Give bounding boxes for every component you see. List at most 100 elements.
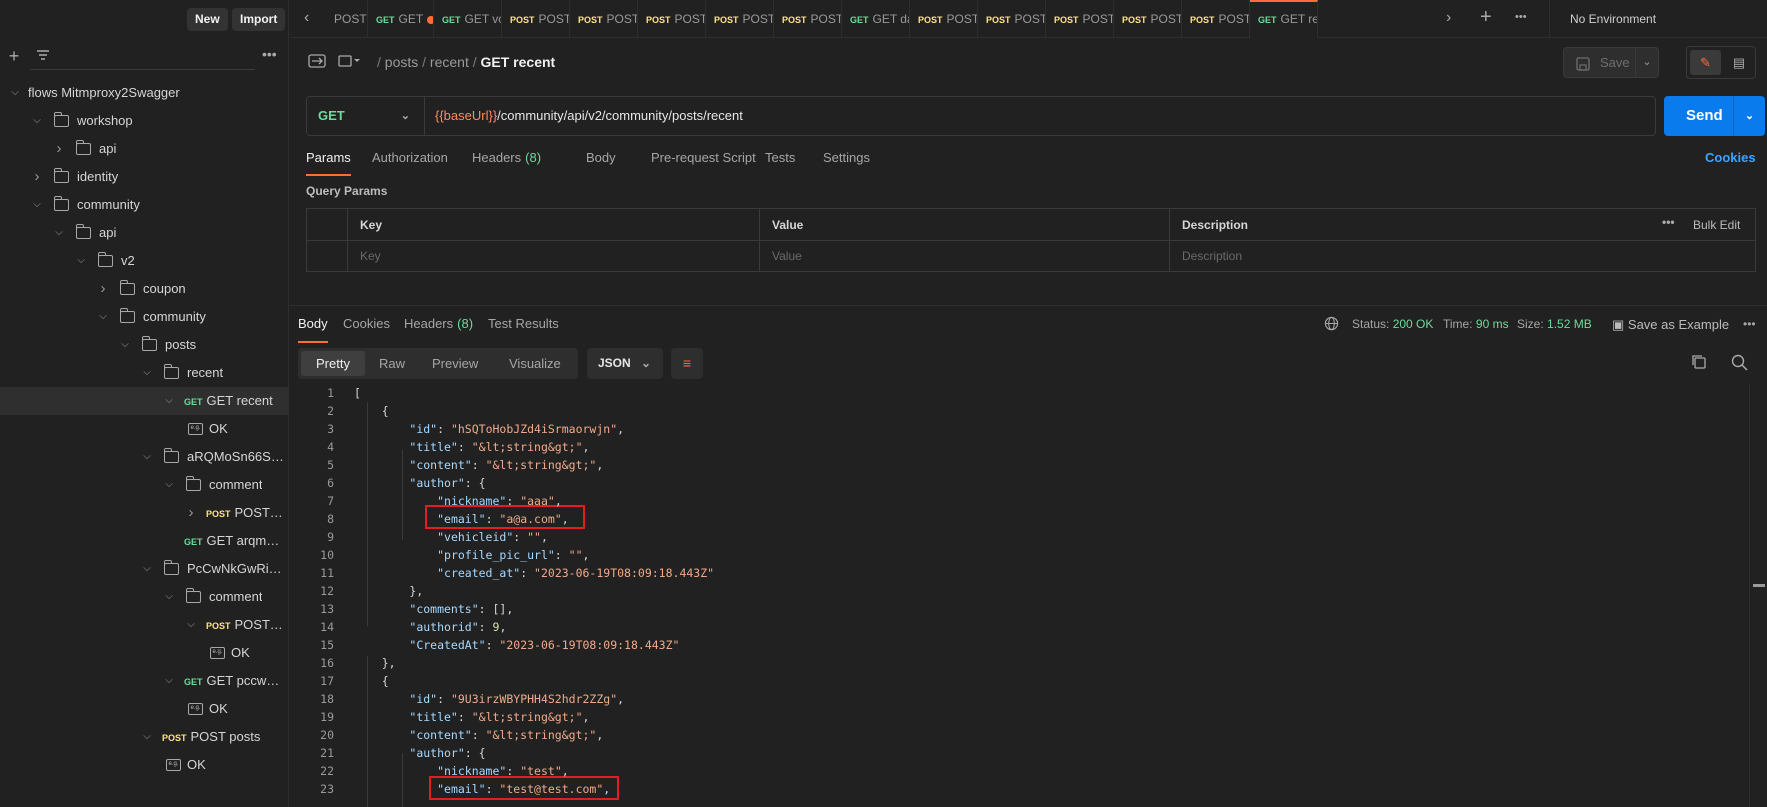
- filter-icon[interactable]: [36, 48, 56, 68]
- chevron-down-icon[interactable]: ⌵: [118, 331, 132, 359]
- request-tab[interactable]: POST POST: [774, 0, 842, 38]
- more-options-icon[interactable]: •••: [262, 46, 282, 62]
- more-options-icon[interactable]: •••: [1743, 317, 1756, 331]
- folder-item[interactable]: ⌵ community: [0, 303, 289, 331]
- globe-icon[interactable]: [1324, 316, 1339, 334]
- search-icon[interactable]: [1731, 354, 1748, 375]
- request-tab[interactable]: POST POST: [1046, 0, 1114, 38]
- example-item[interactable]: e.g. OK: [0, 751, 289, 779]
- request-subtab[interactable]: Pre-request Script: [651, 150, 756, 176]
- request-subtab[interactable]: Params: [306, 150, 351, 176]
- chevron-right-icon[interactable]: ›: [52, 135, 66, 163]
- chevron-down-icon[interactable]: ⌵: [162, 667, 176, 695]
- format-select[interactable]: JSON ⌄: [587, 348, 663, 379]
- folder-item[interactable]: ⌵ flows Mitmproxy2Swagger: [0, 79, 289, 107]
- view-mode-button[interactable]: Preview: [422, 351, 488, 376]
- bulk-edit-button[interactable]: Bulk Edit: [1693, 218, 1740, 232]
- chevron-right-icon[interactable]: ›: [30, 163, 44, 191]
- example-item[interactable]: e.g. OK: [0, 695, 289, 723]
- comments-icon[interactable]: ▤: [1725, 50, 1753, 75]
- view-mode-button[interactable]: Pretty: [301, 351, 365, 376]
- example-item[interactable]: e.g. OK: [0, 415, 289, 443]
- send-dropdown-icon[interactable]: ⌄: [1733, 96, 1765, 136]
- save-as-example-button[interactable]: ▣ Save as Example: [1612, 317, 1729, 333]
- chevron-down-icon[interactable]: ⌵: [162, 387, 176, 415]
- vertical-scrollbar[interactable]: [1749, 384, 1767, 807]
- chevron-down-icon[interactable]: ⌵: [30, 107, 44, 135]
- folder-item[interactable]: › identity: [0, 163, 289, 191]
- request-item[interactable]: ⌵ GET GET recent: [0, 387, 289, 415]
- folder-item[interactable]: ⌵ workshop: [0, 107, 289, 135]
- request-subtab[interactable]: Body: [586, 150, 616, 176]
- request-item[interactable]: ⌵ POST POST posts: [0, 723, 289, 751]
- request-tab[interactable]: GET GET vc: [434, 0, 502, 38]
- chevron-down-icon[interactable]: ⌵: [162, 471, 176, 499]
- more-options-icon[interactable]: •••: [1662, 215, 1675, 229]
- chevron-right-icon[interactable]: ›: [1446, 9, 1451, 27]
- folder-item[interactable]: ⌵ PcCwNkGwRiN9qeJ...: [0, 555, 289, 583]
- example-item[interactable]: e.g. OK: [0, 639, 289, 667]
- request-subtab[interactable]: Headers (8): [472, 150, 541, 176]
- request-item[interactable]: GETGET arqmosn66si...: [0, 527, 289, 555]
- breadcrumb-part[interactable]: recent: [430, 54, 469, 70]
- key-input[interactable]: Key: [360, 249, 381, 263]
- url-input[interactable]: {{baseUrl}}/community/api/v2/community/p…: [435, 97, 743, 135]
- folder-item[interactable]: ⌵ aRQMoSn66SieMUq...: [0, 443, 289, 471]
- folder-item[interactable]: ⌵ comment: [0, 583, 289, 611]
- environment-select[interactable]: No Environment: [1549, 0, 1767, 38]
- folder-item[interactable]: › api: [0, 135, 289, 163]
- request-item[interactable]: › POSTPOST comment: [0, 499, 289, 527]
- chevron-down-icon[interactable]: ⌵: [96, 303, 110, 331]
- save-button[interactable]: Save: [1563, 47, 1645, 78]
- folder-item[interactable]: › coupon: [0, 275, 289, 303]
- response-subtab[interactable]: Test Results: [488, 316, 559, 343]
- cookies-link[interactable]: Cookies: [1705, 150, 1756, 165]
- request-tab[interactable]: POST POST: [706, 0, 774, 38]
- save-dropdown-icon[interactable]: ⌄: [1635, 47, 1659, 78]
- request-tab[interactable]: GET GET da: [842, 0, 910, 38]
- chevron-down-icon[interactable]: ⌵: [74, 247, 88, 275]
- new-tab-icon[interactable]: +: [1480, 6, 1492, 29]
- response-subtab[interactable]: Body: [298, 316, 328, 343]
- request-tab[interactable]: GET GET: [368, 0, 434, 38]
- request-tab[interactable]: POST POST: [570, 0, 638, 38]
- request-tab[interactable]: POST: [326, 0, 368, 38]
- copy-icon[interactable]: [1691, 354, 1707, 374]
- send-button[interactable]: Send ⌄: [1664, 96, 1765, 136]
- request-tab[interactable]: POST POST: [638, 0, 706, 38]
- chevron-down-icon[interactable]: ⌵: [184, 611, 198, 639]
- request-tab[interactable]: POST POST: [502, 0, 570, 38]
- request-subtab[interactable]: Tests: [765, 150, 795, 176]
- description-input[interactable]: Description: [1182, 249, 1242, 263]
- folder-item[interactable]: ⌵ api: [0, 219, 289, 247]
- folder-item[interactable]: ⌵ recent: [0, 359, 289, 387]
- breadcrumb-part[interactable]: posts: [385, 54, 418, 70]
- import-button[interactable]: Import: [232, 8, 286, 31]
- folder-item[interactable]: ⌵ posts: [0, 331, 289, 359]
- method-select[interactable]: GET ⌄: [307, 97, 425, 135]
- chevron-down-icon[interactable]: ⌵: [8, 79, 22, 107]
- request-tab[interactable]: POST POST: [978, 0, 1046, 38]
- request-item[interactable]: ⌵ POSTPOST comment: [0, 611, 289, 639]
- chevron-down-icon[interactable]: ⌵: [140, 555, 154, 583]
- chevron-down-icon[interactable]: ⌵: [140, 359, 154, 387]
- response-body-editor[interactable]: 1[2 {3 "id": "hSQToHobJZd4iSrmaorwjn", 4 …: [290, 384, 1750, 807]
- chevron-down-icon[interactable]: ⌵: [162, 583, 176, 611]
- response-divider[interactable]: [290, 305, 1767, 306]
- sidebar-search-input[interactable]: [30, 46, 255, 70]
- chevron-down-icon[interactable]: ⌵: [140, 723, 154, 751]
- workspace-icon[interactable]: [338, 53, 360, 72]
- add-icon[interactable]: +: [4, 46, 24, 68]
- chevron-down-icon[interactable]: ⌵: [140, 443, 154, 471]
- request-tab[interactable]: GET GET re: [1250, 0, 1318, 38]
- chevron-right-icon[interactable]: ›: [184, 499, 198, 527]
- request-item[interactable]: ⌵ GETGET pccwnkgwrin...: [0, 667, 289, 695]
- chevron-down-icon[interactable]: ⌵: [52, 219, 66, 247]
- chevron-right-icon[interactable]: ›: [96, 275, 110, 303]
- request-subtab[interactable]: Authorization: [372, 150, 448, 176]
- response-subtab[interactable]: Headers (8): [404, 316, 473, 343]
- request-tab[interactable]: POST POST: [910, 0, 978, 38]
- folder-item[interactable]: ⌵ community: [0, 191, 289, 219]
- response-subtab[interactable]: Cookies: [343, 316, 390, 343]
- view-mode-button[interactable]: Raw: [369, 351, 415, 376]
